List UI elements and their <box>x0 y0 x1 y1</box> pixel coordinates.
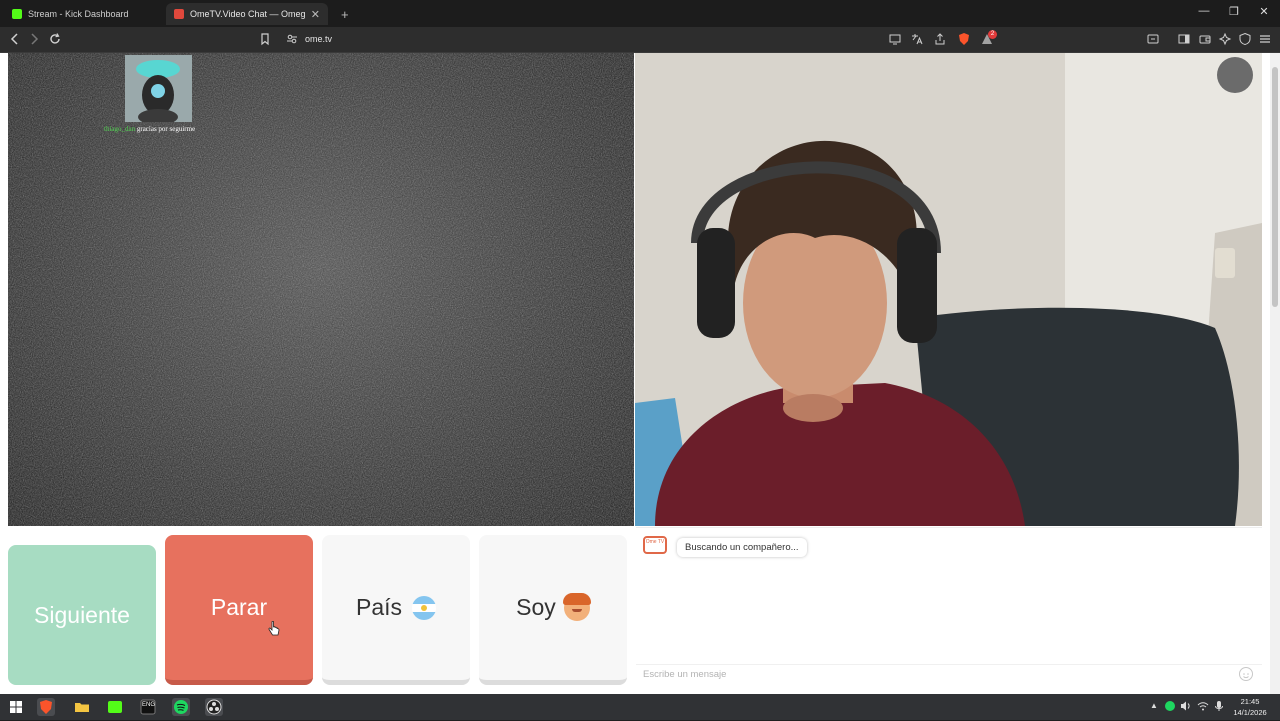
bookmark-icon[interactable] <box>258 32 272 46</box>
new-tab-button[interactable]: + <box>333 3 353 25</box>
alert-username: thiago_dan <box>104 125 136 133</box>
message-input[interactable] <box>636 664 1262 684</box>
windows-start-icon[interactable] <box>7 698 25 716</box>
static-noise <box>8 53 634 526</box>
close-window-button[interactable]: ✕ <box>1257 5 1271 18</box>
clock-date: 14/1/2026 <box>1233 708 1267 717</box>
gender-selector-button[interactable]: Soy <box>479 535 627 685</box>
system-clock[interactable]: 21:45 14/1/2026 <box>1228 696 1272 718</box>
streamer-avatar <box>125 55 192 125</box>
argentina-flag-icon <box>412 595 437 620</box>
emoji-icon[interactable] <box>1239 667 1253 681</box>
clock-time: 21:45 <box>1240 697 1260 706</box>
cast-icon[interactable] <box>888 32 902 46</box>
person-emoji-icon <box>562 592 591 621</box>
kick-favicon-icon <box>12 9 22 19</box>
obs-studio-icon[interactable] <box>205 698 223 716</box>
ometv-page: thiago_dan gracias por seguirme Siguient… <box>0 53 1270 694</box>
tray-spotify-icon[interactable] <box>1164 700 1176 714</box>
chat-status-message: Buscando un compañero... <box>677 538 807 557</box>
tray-overflow-icon[interactable]: ▲ <box>1150 701 1158 710</box>
language-code: ENG <box>142 702 156 708</box>
tab-title: Stream - Kick Dashboard <box>28 9 129 19</box>
windows-taskbar: ENG ▲ 21:45 14/1/2026 <box>0 694 1280 720</box>
address-bar[interactable]: ome.tv <box>305 34 332 44</box>
ometv-favicon-icon <box>174 9 184 19</box>
country-filter-button[interactable]: País <box>322 535 470 685</box>
next-button-label: Siguiente <box>34 601 130 628</box>
site-settings-icon[interactable] <box>285 32 299 46</box>
chat-panel: Ome TV Buscando un compañero... <box>636 527 1262 689</box>
stream-alert: thiago_dan gracias por seguirme <box>104 125 195 133</box>
share-icon[interactable] <box>933 32 947 46</box>
kick-app-icon[interactable] <box>106 698 124 716</box>
browser-toolbar: ome.tv 2 <box>0 27 1280 53</box>
minimize-button[interactable]: — <box>1197 5 1211 17</box>
tab-ometv[interactable]: OmeTV.Video Chat — Omeg ✕ <box>166 3 328 25</box>
spotify-icon[interactable] <box>172 698 190 716</box>
maximize-button[interactable]: ❐ <box>1227 5 1241 18</box>
tab-kick-dashboard[interactable]: Stream - Kick Dashboard <box>4 3 166 25</box>
volume-icon[interactable] <box>1180 700 1192 714</box>
wifi-icon[interactable] <box>1197 700 1209 714</box>
stop-button-label: Parar <box>210 594 268 620</box>
brave-shields-icon[interactable] <box>957 32 971 46</box>
rewards-badge: 2 <box>988 30 997 39</box>
wallet-icon[interactable] <box>1198 32 1212 46</box>
tab-title: OmeTV.Video Chat — Omeg <box>190 9 306 19</box>
keyboard-language-icon[interactable]: ENG <box>139 698 157 716</box>
partner-video: thiago_dan gracias por seguirme <box>8 53 634 526</box>
translate-icon[interactable] <box>910 32 924 46</box>
back-icon[interactable] <box>8 32 22 46</box>
browser-tab-strip: Stream - Kick Dashboard OmeTV.Video Chat… <box>0 0 1280 27</box>
vpn-shield-icon[interactable] <box>1238 32 1252 46</box>
file-explorer-icon[interactable] <box>73 698 91 716</box>
reload-icon[interactable] <box>48 32 62 46</box>
self-camera-video <box>635 53 1262 526</box>
page-scrollbar[interactable] <box>1270 53 1280 694</box>
hand-cursor-icon <box>268 621 280 636</box>
microphone-icon[interactable] <box>1213 700 1225 714</box>
alert-message: gracias por seguirme <box>136 125 196 133</box>
leo-sparkle-icon[interactable] <box>1218 32 1232 46</box>
country-button-label: País <box>355 594 403 620</box>
next-button[interactable]: Siguiente <box>8 545 156 685</box>
forward-icon[interactable] <box>27 32 41 46</box>
scrollbar-thumb[interactable] <box>1272 67 1278 307</box>
sidebar-icon[interactable] <box>1177 32 1191 46</box>
stop-button[interactable]: Parar <box>165 535 313 685</box>
leo-ai-icon[interactable] <box>1146 32 1160 46</box>
brave-browser-icon[interactable] <box>37 698 55 716</box>
camera-feed-illustration <box>635 53 1262 526</box>
gender-button-label: Soy <box>516 594 556 620</box>
ometv-logo-icon: Ome TV <box>643 536 667 554</box>
menu-icon[interactable] <box>1258 32 1272 46</box>
tab-close-icon[interactable]: ✕ <box>311 8 320 21</box>
